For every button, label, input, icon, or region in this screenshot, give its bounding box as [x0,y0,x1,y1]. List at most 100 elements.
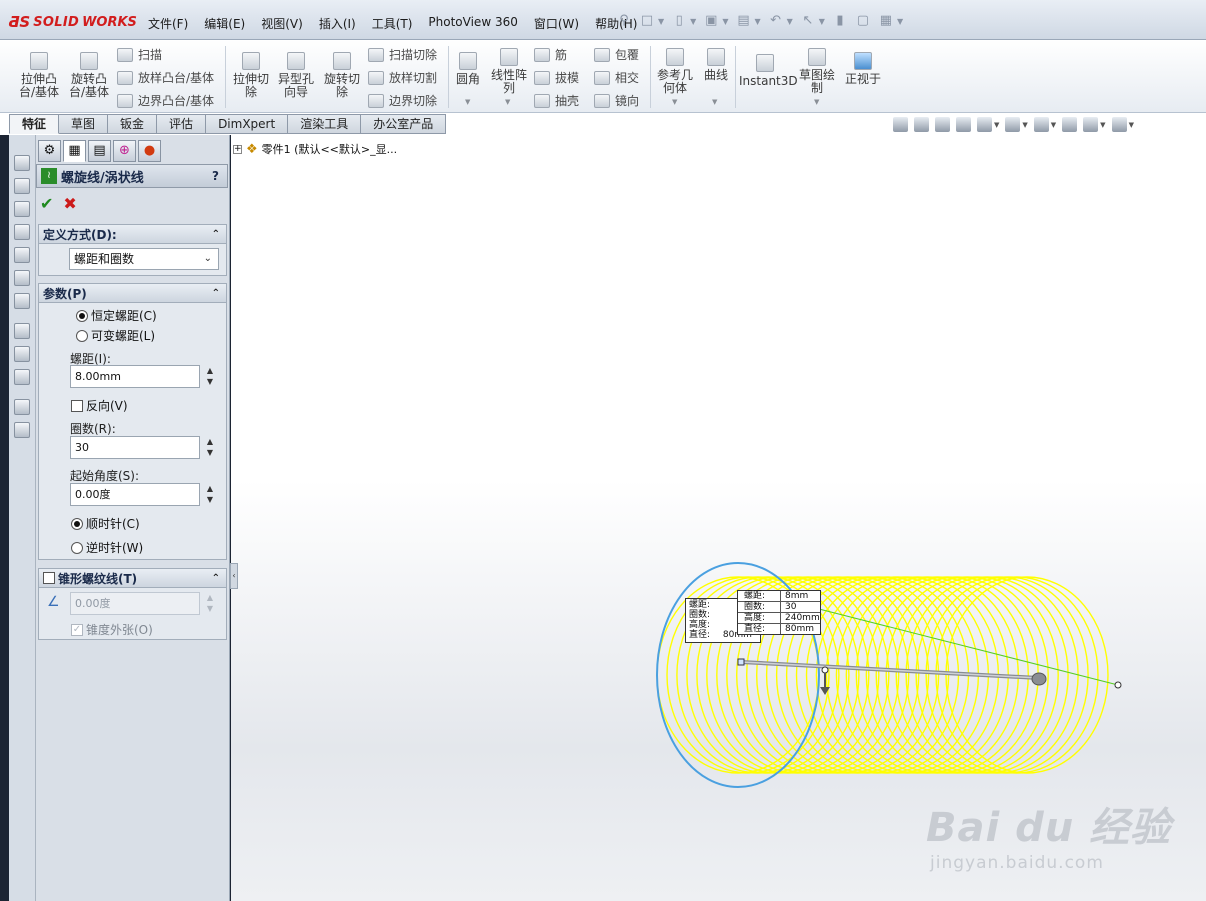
parameters-group-header[interactable]: 参数(P) ⌃ [39,284,226,303]
sweep-icon[interactable] [14,201,30,217]
revolve-cut-button[interactable]: 旋转切 除 [321,52,363,99]
drag-arrow-head[interactable] [1031,672,1047,686]
menu-photoview[interactable]: PhotoView 360 [420,15,525,32]
chevron-down-icon[interactable]: ▼ [658,17,664,26]
menu-insert[interactable]: 插入(I) [311,15,364,32]
chevron-down-icon[interactable]: ▼ [1051,121,1056,129]
file-properties-icon[interactable]: ▢ [855,13,871,29]
menu-view[interactable]: 视图(V) [253,15,311,32]
view-settings-icon[interactable] [1111,117,1127,132]
intersect-button[interactable]: 相交 [594,69,639,86]
mirror-icon[interactable] [14,422,30,438]
select-cursor-icon[interactable]: ↖ [800,13,816,29]
definition-group-header[interactable]: 定义方式(D): ⌃ [39,225,226,244]
menu-file[interactable]: 文件(F) [140,15,196,32]
reference-point-icon[interactable] [14,346,30,362]
chevron-down-icon[interactable]: ▼ [1129,121,1134,129]
shell-icon[interactable] [14,293,30,309]
callout-height-value[interactable]: 240mm [780,613,820,623]
chevron-down-icon[interactable]: ▼ [672,98,677,106]
rebuild-icon[interactable]: ▮ [832,13,848,29]
extrude-icon[interactable] [14,155,30,171]
revolve-icon[interactable] [14,178,30,194]
chevron-down-icon[interactable]: ▼ [690,17,696,26]
chevron-down-icon[interactable]: ▼ [465,98,470,106]
taper-angle-spinner[interactable]: ▲ ▼ [204,592,216,615]
loft-cut-button[interactable]: 放样切割 [368,69,437,86]
revolutions-input[interactable]: 30 [70,436,200,459]
chevron-down-icon[interactable]: ▼ [994,121,999,129]
display-manager-tab-icon[interactable]: ● [138,140,161,162]
instant3d-button[interactable]: Instant3D [739,54,798,88]
edit-appearance-icon[interactable] [1062,117,1078,132]
menu-window[interactable]: 窗口(W) [526,15,587,32]
undo-icon[interactable]: ↶ [768,13,784,29]
start-angle-spinner[interactable]: ▲ ▼ [204,483,216,506]
sketch-button[interactable]: 草图绘 制 [796,48,838,95]
start-point-handle[interactable] [737,658,745,666]
chevron-down-icon[interactable]: ▼ [1022,121,1027,129]
draft-button[interactable]: 拔模 [534,69,579,86]
pin-icon[interactable]: ⚲ [616,13,632,29]
chevron-down-icon[interactable]: ▼ [787,17,793,26]
fillet-button[interactable]: 圆角 [453,52,483,86]
chevron-down-icon[interactable]: ▼ [712,98,717,106]
reverse-checkbox[interactable]: 反向(V) [71,397,128,414]
boundary-cut-button[interactable]: 边界切除 [368,92,437,109]
graphics-area[interactable]: + ❖ 零件1 (默认<<默认>_显... 螺距: 圈数: 高度: 直径: 80… [231,135,1206,901]
configuration-manager-tab-icon[interactable]: ▤ [88,140,111,162]
checkbox-unchecked-icon[interactable] [43,572,55,584]
apply-scene-icon[interactable] [1083,117,1099,132]
new-document-icon[interactable]: □ [639,13,655,29]
hide-show-items-icon[interactable] [1033,117,1049,132]
chevron-down-icon[interactable]: ▼ [897,17,903,26]
collapse-chevron-icon[interactable]: ⌃ [212,573,220,584]
mirror-button[interactable]: 镜向 [594,92,639,109]
zoom-to-fit-icon[interactable] [893,117,908,132]
tab-evaluate[interactable]: 评估 [157,114,207,134]
counterclockwise-radio[interactable]: 逆时针(W) [71,539,143,556]
clockwise-radio[interactable]: 顺时针(C) [71,515,140,532]
display-style-icon[interactable] [1005,117,1021,132]
axis-endpoint-handle[interactable] [1114,681,1122,689]
extrude-cut-button[interactable]: 拉伸切 除 [230,52,272,99]
panel-splitter-handle[interactable]: ‹ [230,563,238,589]
chevron-down-icon[interactable]: ▼ [814,98,819,106]
section-view-icon[interactable] [956,117,971,132]
cancel-x-icon[interactable]: ✖ [63,194,76,213]
revolutions-spinner[interactable]: ▲ ▼ [204,436,216,459]
pitch-spinner[interactable]: ▲ ▼ [204,365,216,388]
tab-features[interactable]: 特征 [9,114,60,134]
wrap-button[interactable]: 包覆 [594,46,639,63]
sketch-icon[interactable] [14,323,30,339]
variable-pitch-radio[interactable]: 可变螺距(L) [76,327,155,344]
curves-button[interactable]: 曲线 [700,48,732,82]
chevron-down-icon[interactable]: ▼ [819,17,825,26]
extrude-boss-button[interactable]: 拉伸凸 台/基体 [18,52,60,99]
previous-view-icon[interactable] [935,117,950,132]
tab-sketch[interactable]: 草图 [59,114,109,134]
hole-wizard-button[interactable]: 异型孔 向导 [275,52,317,99]
linear-pattern-button[interactable]: 线性阵 列 [488,48,530,95]
collapse-chevron-icon[interactable]: ⌃ [212,288,220,299]
rib-button[interactable]: 筋 [534,46,567,63]
taper-helix-group-header[interactable]: 锥形螺纹线(T) ⌃ [39,569,226,588]
boundary-boss-button[interactable]: 边界凸台/基体 [117,92,214,109]
dimxpert-manager-tab-icon[interactable]: ⊕ [113,140,136,162]
callout-diameter-value[interactable]: 80mm [780,624,814,634]
sweep-cut-button[interactable]: 扫描切除 [368,46,437,63]
open-folder-icon[interactable]: ▯ [671,13,687,29]
reference-geometry-button[interactable]: 参考几 何体 [654,48,696,95]
normal-to-button[interactable]: 正视于 [842,52,884,86]
menu-edit[interactable]: 编辑(E) [196,15,253,32]
definition-dropdown[interactable]: 螺距和圈数 ⌄ [69,248,219,270]
taper-angle-input[interactable]: 0.00度 [70,592,200,615]
feature-tree-tab-icon[interactable]: ⚙ [38,140,61,162]
ok-check-icon[interactable]: ✔ [40,194,53,213]
sweep-button[interactable]: 扫描 [117,46,162,63]
loft-boss-button[interactable]: 放样凸台/基体 [117,69,214,86]
tab-office-products[interactable]: 办公室产品 [361,114,447,134]
coordinate-system-icon[interactable] [14,369,30,385]
collapse-chevron-icon[interactable]: ⌃ [212,229,220,240]
tab-dimxpert[interactable]: DimXpert [206,114,289,134]
